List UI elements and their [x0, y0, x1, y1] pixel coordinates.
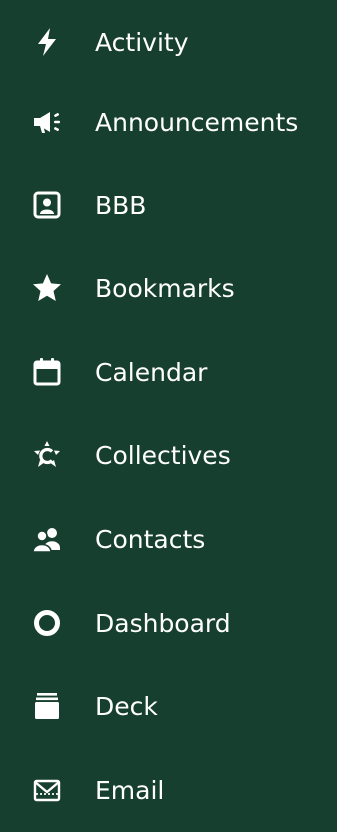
menu-item-label: Email — [95, 775, 165, 805]
menu-item-label: Contacts — [95, 524, 206, 554]
contacts-icon — [27, 519, 67, 559]
megaphone-icon — [27, 102, 67, 142]
app-menu: Activity Announcements BBB Bookmarks Cal… — [0, 0, 337, 832]
star-icon — [27, 268, 67, 308]
menu-item-calendar[interactable]: Calendar — [0, 330, 337, 414]
collectives-icon — [27, 435, 67, 475]
menu-item-label: Bookmarks — [95, 273, 235, 303]
menu-item-label: Collectives — [95, 440, 231, 470]
menu-item-label: Announcements — [95, 107, 299, 137]
deck-icon — [27, 686, 67, 726]
menu-item-label: Deck — [95, 691, 158, 721]
menu-item-email[interactable]: Email — [0, 748, 337, 832]
menu-item-deck[interactable]: Deck — [0, 664, 337, 748]
menu-item-label: BBB — [95, 190, 147, 220]
menu-item-bbb[interactable]: BBB — [0, 163, 337, 247]
menu-item-collectives[interactable]: Collectives — [0, 413, 337, 497]
menu-item-dashboard[interactable]: Dashboard — [0, 581, 337, 665]
menu-item-label: Dashboard — [95, 608, 231, 638]
video-room-icon — [27, 185, 67, 225]
email-icon — [27, 770, 67, 810]
menu-item-label: Calendar — [95, 357, 208, 387]
menu-item-label: Activity — [95, 27, 189, 57]
lightning-icon — [27, 22, 67, 62]
menu-item-activity[interactable]: Activity — [0, 0, 337, 84]
circle-icon — [27, 603, 67, 643]
menu-item-bookmarks[interactable]: Bookmarks — [0, 246, 337, 330]
menu-item-announcements[interactable]: Announcements — [0, 80, 337, 164]
menu-item-contacts[interactable]: Contacts — [0, 497, 337, 581]
calendar-icon — [27, 352, 67, 392]
